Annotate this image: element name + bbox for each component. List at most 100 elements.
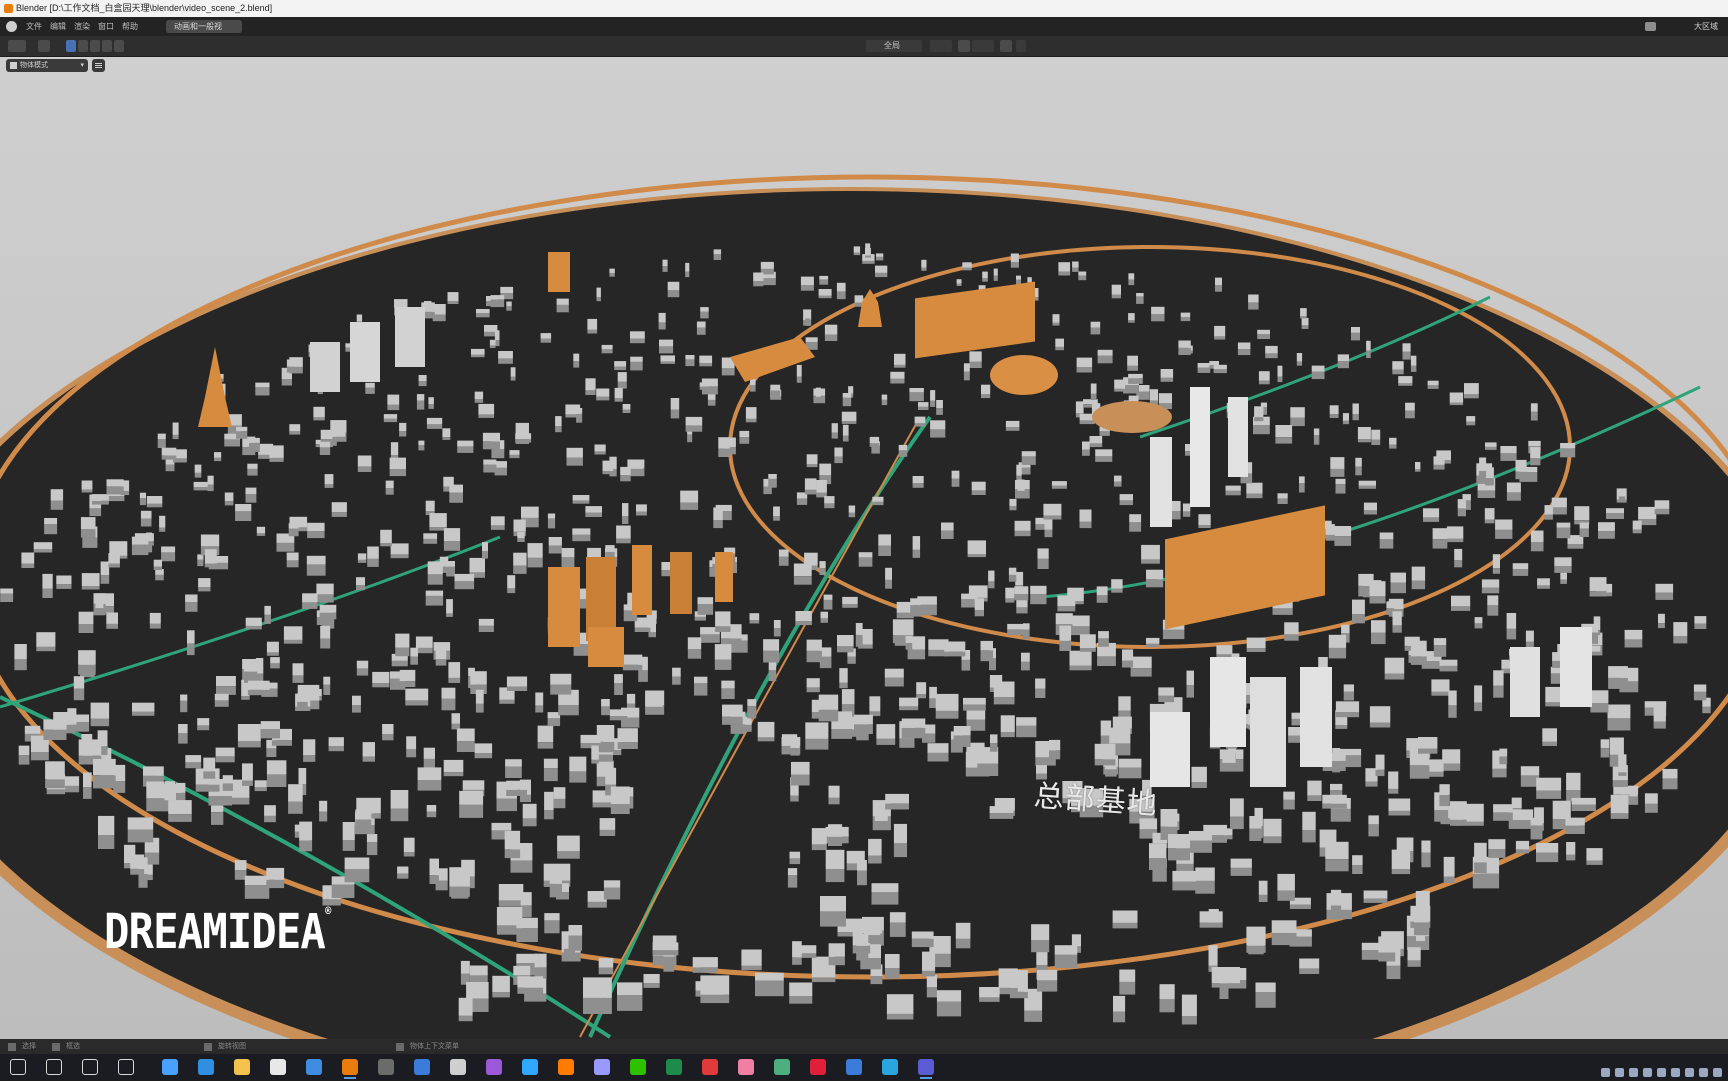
task-view-icon[interactable]	[118, 1059, 134, 1075]
select-box-icon[interactable]	[66, 40, 76, 52]
pink-app-icon[interactable]	[738, 1059, 754, 1075]
tray-icon[interactable]	[1629, 1068, 1638, 1077]
building-wall	[914, 423, 926, 427]
building-wall	[1311, 371, 1325, 380]
building-wall	[855, 634, 863, 647]
building-roof	[1111, 579, 1123, 589]
building-wall	[585, 390, 596, 395]
building-roof	[1500, 446, 1517, 454]
tray-icon[interactable]	[1601, 1068, 1610, 1077]
building-wall	[0, 593, 14, 602]
red-logo-app-icon[interactable]	[810, 1059, 826, 1075]
file-explorer-icon[interactable]	[234, 1059, 250, 1075]
telegram-icon[interactable]	[882, 1059, 898, 1075]
edge-browser-icon[interactable]	[198, 1059, 214, 1075]
obs-icon[interactable]	[378, 1059, 394, 1075]
select-extend-icon[interactable]	[78, 40, 88, 52]
tray-icon[interactable]	[1643, 1068, 1652, 1077]
scene-icon[interactable]	[1645, 22, 1656, 31]
building-roof	[449, 867, 470, 887]
3d-viewport[interactable]: 物体模式 ▾ 总部基地 DREAMIDEA®	[0, 57, 1728, 1039]
scene-name[interactable]: 大区域	[1694, 17, 1718, 36]
photoshop-icon[interactable]	[522, 1059, 538, 1075]
select-subtract-icon[interactable]	[90, 40, 100, 52]
building-wall	[185, 762, 202, 769]
cortana-icon[interactable]	[82, 1059, 98, 1075]
building-wall	[1431, 691, 1450, 696]
building-wall	[489, 345, 496, 348]
excel-icon[interactable]	[666, 1059, 682, 1075]
building-wall	[662, 266, 668, 272]
tray-icon[interactable]	[1615, 1068, 1624, 1077]
window-app-icon[interactable]	[414, 1059, 430, 1075]
select-invert-icon[interactable]	[102, 40, 112, 52]
building-roof	[609, 709, 628, 716]
red-app-icon[interactable]	[702, 1059, 718, 1075]
building-wall	[806, 650, 822, 663]
snap-icon[interactable]	[958, 40, 970, 52]
checkmark-app-icon[interactable]	[162, 1059, 178, 1075]
falloff-icon[interactable]	[1016, 40, 1026, 52]
building-wall	[307, 531, 325, 539]
building-roof	[1249, 816, 1262, 829]
after-effects-icon[interactable]	[486, 1059, 502, 1075]
menu-window[interactable]: 窗口	[98, 17, 114, 36]
pivot-point-icon[interactable]	[930, 40, 952, 52]
menu-file[interactable]: 文件	[26, 17, 42, 36]
building-wall	[507, 588, 516, 594]
building-roof	[818, 289, 832, 296]
building-wall	[1000, 732, 1015, 738]
interaction-mode-select[interactable]: 物体模式 ▾	[6, 59, 88, 72]
unity-icon[interactable]	[450, 1059, 466, 1075]
building-wall	[475, 703, 484, 713]
tray-icon[interactable]	[1699, 1068, 1708, 1077]
building-roof	[1325, 841, 1349, 859]
snap-target-icon[interactable]	[972, 40, 994, 52]
store-icon[interactable]	[270, 1059, 286, 1075]
workspace-tab[interactable]: 动画和一般视	[166, 20, 242, 33]
play-icon[interactable]	[38, 40, 50, 52]
building-roof	[894, 353, 906, 365]
hamburger-menu-icon[interactable]	[92, 59, 105, 72]
blender-icon[interactable]	[342, 1059, 358, 1079]
building-wall	[505, 766, 522, 778]
wechat-icon[interactable]	[630, 1059, 646, 1075]
illustrator-icon[interactable]	[558, 1059, 574, 1075]
building-wall	[1388, 788, 1399, 794]
viewport-header-toolbar: 全局	[0, 36, 1728, 57]
building-wall	[1191, 782, 1207, 788]
search-icon[interactable]	[46, 1059, 62, 1075]
tray-icon[interactable]	[1657, 1068, 1666, 1077]
building-wall	[159, 527, 166, 532]
building-roof	[848, 505, 856, 513]
building-roof	[1195, 867, 1215, 881]
building-roof	[535, 692, 544, 706]
building-wall	[793, 576, 812, 585]
building-roof	[357, 455, 372, 467]
visual-studio-icon[interactable]	[918, 1059, 934, 1079]
tray-icon[interactable]	[1685, 1068, 1694, 1077]
proportional-edit-icon[interactable]	[1000, 40, 1012, 52]
building-roof	[988, 570, 995, 582]
building-wall	[387, 404, 400, 411]
building-roof	[214, 452, 222, 458]
building-roof	[1311, 365, 1325, 372]
building-wall	[78, 664, 96, 675]
building-roof	[1237, 342, 1251, 350]
green-app-icon[interactable]	[774, 1059, 790, 1075]
select-intersect-icon[interactable]	[114, 40, 124, 52]
browser-icon[interactable]	[306, 1059, 322, 1075]
editor-type-button[interactable]	[8, 40, 26, 52]
premiere-icon[interactable]	[594, 1059, 610, 1075]
menu-edit[interactable]: 编辑	[50, 17, 66, 36]
building-roof	[1299, 476, 1305, 484]
menu-render[interactable]: 渲染	[74, 17, 90, 36]
building-roof	[1263, 818, 1282, 837]
building-wall	[1005, 598, 1015, 603]
blue-app-icon[interactable]	[846, 1059, 862, 1075]
menu-help[interactable]: 帮助	[122, 17, 138, 36]
tray-icon[interactable]	[1713, 1068, 1722, 1077]
blender-logo-icon[interactable]	[6, 21, 17, 32]
tray-icon[interactable]	[1671, 1068, 1680, 1077]
windows-start-icon[interactable]	[10, 1059, 26, 1075]
